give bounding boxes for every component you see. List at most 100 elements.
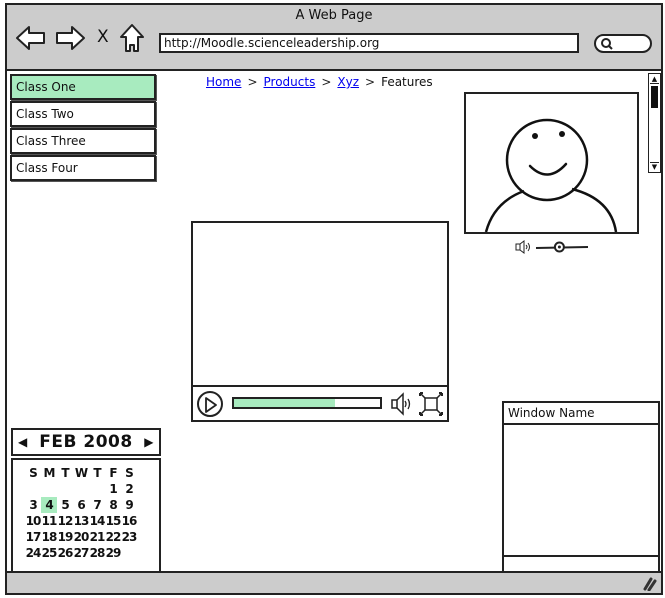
- sidebar-item-class-one[interactable]: Class One: [10, 74, 156, 100]
- calendar-day[interactable]: 15: [105, 513, 122, 529]
- calendar-day[interactable]: 17: [25, 529, 42, 545]
- calendar-day[interactable]: 2: [121, 481, 137, 497]
- sidebar-item-label: Class One: [16, 80, 76, 94]
- calendar-day[interactable]: 25: [41, 545, 58, 561]
- calendar-day[interactable]: 23: [121, 529, 138, 545]
- home-icon[interactable]: [119, 23, 145, 57]
- calendar-day: [57, 481, 73, 497]
- scroll-thumb[interactable]: [651, 86, 658, 108]
- sidebar-item-label: Class Four: [16, 161, 78, 175]
- calendar-weekday-row: S M T W T F S: [25, 465, 159, 481]
- breadcrumb: Home > Products > Xyz > Features: [206, 75, 433, 89]
- calendar-day[interactable]: 3: [25, 497, 41, 513]
- calendar-day[interactable]: 11: [41, 513, 58, 529]
- browser-toolbar: A Web Page X http://Moodle.scienceleader…: [7, 5, 661, 71]
- sidebar-item-class-three[interactable]: Class Three: [10, 128, 156, 154]
- status-bar: [7, 571, 661, 593]
- sidebar-item-label: Class Three: [16, 134, 86, 148]
- weekday-label: T: [61, 466, 69, 480]
- calendar-day[interactable]: 10: [25, 513, 42, 529]
- play-icon: [205, 397, 217, 413]
- calendar-day[interactable]: 18: [41, 529, 58, 545]
- calendar-day[interactable]: 24: [25, 545, 42, 561]
- play-button[interactable]: [197, 391, 223, 417]
- calendar-header: ◀ FEB 2008 ▶: [11, 428, 161, 456]
- calendar-day[interactable]: 12: [57, 513, 74, 529]
- calendar-day: [89, 481, 105, 497]
- calendar-day[interactable]: 29: [105, 545, 122, 561]
- video-controls: [193, 385, 447, 420]
- calendar-day[interactable]: 27: [73, 545, 90, 561]
- breadcrumb-current: Features: [381, 75, 433, 89]
- calendar-week: 1 2: [25, 481, 159, 497]
- video-player: [191, 221, 449, 422]
- user-face-icon: [484, 118, 618, 233]
- breadcrumb-products[interactable]: Products: [264, 75, 316, 89]
- calendar-day[interactable]: 6: [73, 497, 89, 513]
- calendar-day[interactable]: 4: [41, 497, 57, 513]
- browser-window: A Web Page X http://Moodle.scienceleader…: [5, 3, 663, 595]
- weekday-label: S: [29, 466, 38, 480]
- calendar-day[interactable]: 9: [121, 497, 137, 513]
- calendar-day: [73, 481, 89, 497]
- calendar-day: [41, 481, 57, 497]
- weekday-label: M: [43, 466, 56, 480]
- calendar-day[interactable]: 14: [89, 513, 106, 529]
- scroll-up-button[interactable]: ▲: [650, 75, 659, 84]
- speaker-icon: [515, 240, 530, 254]
- weekday-label: T: [93, 466, 101, 480]
- calendar-day[interactable]: 22: [105, 529, 122, 545]
- calendar-day[interactable]: 7: [89, 497, 105, 513]
- sidebar-item-label: Class Two: [16, 107, 74, 121]
- window-title: A Web Page: [295, 8, 373, 23]
- webcam-volume-control: [515, 239, 597, 259]
- breadcrumb-separator: >: [321, 75, 332, 89]
- search-input[interactable]: [594, 34, 652, 53]
- scroll-down-button[interactable]: ▼: [650, 162, 659, 171]
- calendar-month-label: FEB 2008: [39, 432, 133, 452]
- webcam-view: [464, 92, 639, 234]
- calendar-day: [25, 481, 41, 497]
- vertical-scrollbar[interactable]: ▲ ▼: [648, 73, 661, 173]
- search-icon: [601, 38, 613, 50]
- calendar-week: 10 11 12 13 14 15 16: [25, 513, 159, 529]
- sidebar-item-class-two[interactable]: Class Two: [10, 101, 156, 127]
- calendar-week: 17 18 19 20 21 22 23: [25, 529, 159, 545]
- stop-icon[interactable]: X: [97, 27, 109, 47]
- weekday-label: W: [74, 466, 88, 480]
- speaker-icon[interactable]: [391, 392, 413, 420]
- weekday-label: F: [109, 466, 117, 480]
- calendar-week: 3 4 5 6 7 8 9: [25, 497, 159, 513]
- volume-slider-knob[interactable]: [553, 241, 565, 253]
- calendar-day[interactable]: 21: [89, 529, 106, 545]
- window-panel: Window Name: [502, 401, 660, 576]
- calendar-day[interactable]: 1: [105, 481, 121, 497]
- calendar-day[interactable]: 26: [57, 545, 74, 561]
- calendar-day[interactable]: 19: [57, 529, 74, 545]
- back-arrow-icon[interactable]: [15, 25, 47, 55]
- calendar-next-button[interactable]: ▶: [144, 430, 154, 454]
- calendar-day: [121, 545, 137, 561]
- weekday-label: S: [125, 466, 134, 480]
- breadcrumb-xyz[interactable]: Xyz: [337, 75, 359, 89]
- breadcrumb-home[interactable]: Home: [206, 75, 241, 89]
- sidebar-item-class-four[interactable]: Class Four: [10, 155, 156, 181]
- calendar-day[interactable]: 5: [57, 497, 73, 513]
- calendar-week: 24 25 26 27 28 29: [25, 545, 159, 561]
- video-progress-bar[interactable]: [232, 397, 382, 409]
- calendar-day[interactable]: 8: [105, 497, 121, 513]
- breadcrumb-separator: >: [365, 75, 376, 89]
- video-progress-fill: [234, 399, 335, 407]
- url-input[interactable]: http://Moodle.scienceleadership.org: [159, 33, 579, 53]
- calendar-grid: S M T W T F S 1 2 3 4 5 6 7 8 9 10 11 12…: [11, 458, 161, 575]
- forward-arrow-icon[interactable]: [54, 25, 86, 55]
- calendar-day[interactable]: 13: [73, 513, 90, 529]
- calendar-day[interactable]: 16: [121, 513, 138, 529]
- window-panel-title: Window Name: [504, 403, 658, 425]
- resize-grip-icon[interactable]: [643, 576, 657, 595]
- calendar-prev-button[interactable]: ◀: [18, 430, 28, 454]
- calendar-day[interactable]: 20: [73, 529, 90, 545]
- calendar-day[interactable]: 28: [89, 545, 106, 561]
- fullscreen-icon[interactable]: [419, 392, 443, 420]
- breadcrumb-separator: >: [247, 75, 258, 89]
